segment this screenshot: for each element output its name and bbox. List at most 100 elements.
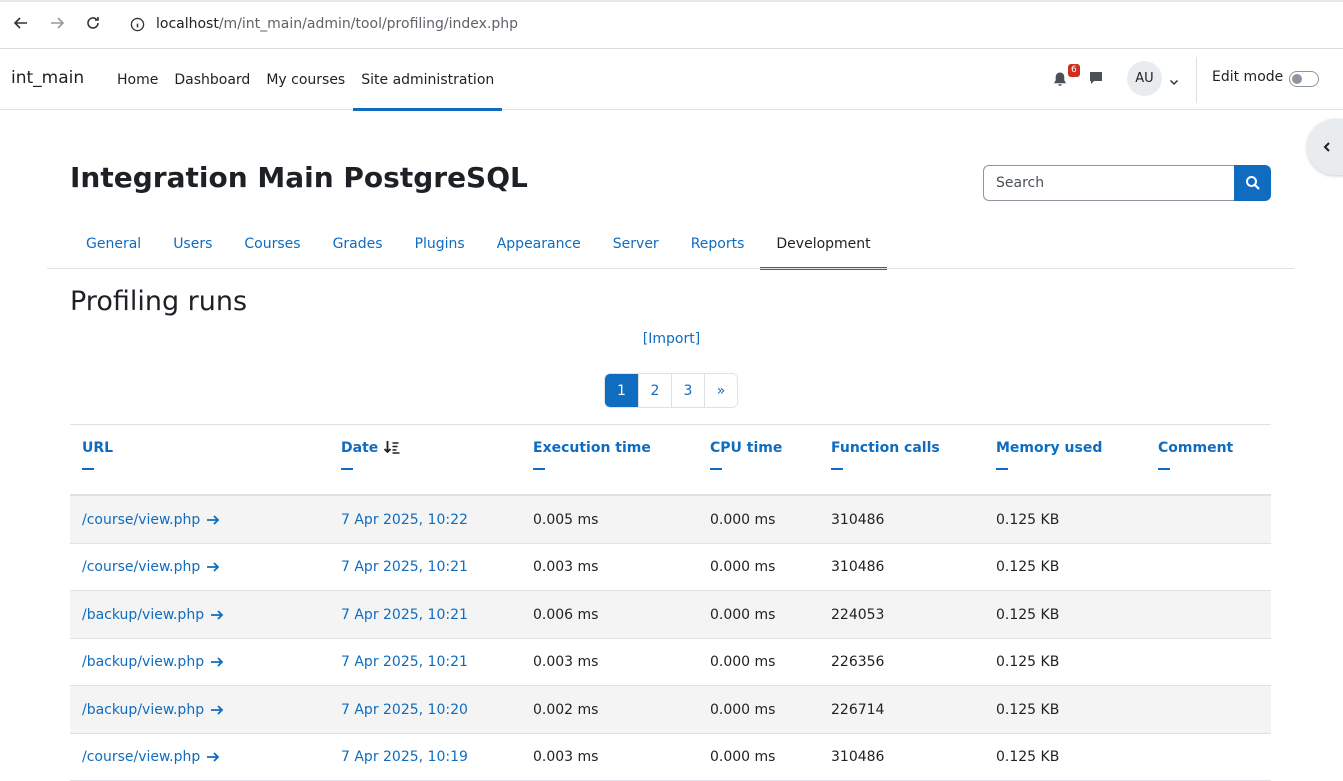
run-url-link[interactable]: /course/view.php: [82, 734, 220, 781]
section-title: Profiling runs: [70, 286, 248, 317]
arrow-right-icon: [211, 657, 224, 667]
address-bar[interactable]: localhost/m/int_main/admin/tool/profilin…: [120, 8, 1340, 40]
messages-icon[interactable]: [1088, 70, 1106, 88]
collapse-column-icon[interactable]: [533, 468, 545, 470]
column-header-calls-label: Function calls: [831, 440, 940, 456]
page-1-button[interactable]: 1: [605, 374, 638, 407]
forward-icon[interactable]: [46, 12, 68, 34]
table-row: /backup/view.php 7 Apr 2025, 10:20 0.002…: [70, 686, 1271, 734]
run-url-link[interactable]: /backup/view.php: [82, 639, 224, 686]
url-path: /m/int_main/admin/tool/profiling/index.p…: [218, 16, 519, 32]
function-calls-value: 310486: [831, 559, 885, 575]
run-date-link[interactable]: 7 Apr 2025, 10:21: [341, 591, 468, 638]
run-date-link[interactable]: 7 Apr 2025, 10:21: [341, 639, 468, 686]
tab-general[interactable]: General: [70, 218, 157, 269]
arrow-right-icon: [211, 609, 224, 620]
arrow-right-icon: [207, 514, 220, 525]
run-url-link[interactable]: /backup/view.php: [82, 686, 224, 733]
tab-grades[interactable]: Grades: [317, 218, 399, 269]
run-url-text: /backup/view.php: [82, 701, 205, 718]
site-info-icon[interactable]: [126, 13, 148, 35]
tab-reports[interactable]: Reports: [675, 218, 761, 269]
edit-mode-toggle[interactable]: [1289, 71, 1319, 87]
memory-used-value: 0.125 KB: [996, 701, 1060, 718]
nav-item-my-courses[interactable]: My courses: [258, 49, 353, 110]
search-button[interactable]: [1234, 165, 1271, 201]
function-calls-value: 226356: [831, 654, 885, 670]
column-header-url-label: URL: [82, 440, 114, 456]
back-icon[interactable]: [10, 12, 32, 34]
tab-appearance[interactable]: Appearance: [481, 218, 597, 269]
table-row: /backup/view.php 7 Apr 2025, 10:21 0.006…: [70, 591, 1271, 639]
execution-time-value: 0.002 ms: [533, 701, 599, 718]
tab-server[interactable]: Server: [597, 218, 675, 269]
pagination: 1 2 3 »: [604, 373, 738, 408]
primary-navigation: Home Dashboard My courses Site administr…: [109, 49, 503, 111]
secondary-nav-divider: [47, 268, 1294, 269]
column-header-cpu-time[interactable]: CPU time: [710, 440, 782, 470]
run-url-text: /backup/view.php: [82, 654, 205, 670]
arrow-right-icon: [207, 562, 220, 572]
import-link[interactable]: [Import]: [643, 331, 700, 347]
column-header-exec-label: Execution time: [533, 440, 651, 456]
function-calls-value: 226714: [831, 701, 885, 718]
function-calls-value: 310486: [831, 749, 885, 765]
cpu-time-value: 0.000 ms: [710, 654, 776, 670]
nav-item-home[interactable]: Home: [109, 49, 166, 110]
reload-icon[interactable]: [82, 12, 104, 34]
open-drawer-button[interactable]: [1307, 119, 1343, 175]
collapse-column-icon[interactable]: [82, 468, 94, 470]
tab-users[interactable]: Users: [157, 218, 228, 269]
nav-item-site-administration[interactable]: Site administration: [353, 49, 503, 111]
run-date-link[interactable]: 7 Apr 2025, 10:20: [341, 686, 468, 733]
column-header-execution-time[interactable]: Execution time: [533, 440, 651, 470]
cpu-time-value: 0.000 ms: [710, 701, 776, 718]
collapse-column-icon[interactable]: [341, 468, 353, 470]
column-header-mem-label: Memory used: [996, 440, 1103, 456]
column-header-date[interactable]: Date: [341, 440, 400, 470]
memory-used-value: 0.125 KB: [996, 654, 1060, 670]
next-page-button[interactable]: »: [704, 374, 737, 407]
secondary-navigation: General Users Courses Grades Plugins App…: [70, 218, 887, 270]
run-url-text: /course/view.php: [82, 559, 201, 575]
table-header: URL Date Execution time CPU time Functio…: [70, 425, 1271, 496]
chevron-down-icon[interactable]: [1168, 73, 1180, 86]
tabstrip-edge: [0, 0, 1343, 2]
nav-divider: [1196, 57, 1197, 103]
table-row: /course/view.php 7 Apr 2025, 10:22 0.005…: [70, 496, 1271, 544]
user-avatar[interactable]: AU: [1127, 61, 1162, 96]
page-3-button[interactable]: 3: [671, 374, 704, 407]
collapse-column-icon[interactable]: [710, 468, 722, 470]
tab-courses[interactable]: Courses: [228, 218, 316, 269]
memory-used-value: 0.125 KB: [996, 511, 1060, 528]
memory-used-value: 0.125 KB: [996, 606, 1060, 623]
collapse-column-icon[interactable]: [1158, 468, 1170, 470]
browser-toolbar: localhost/m/int_main/admin/tool/profilin…: [0, 0, 1343, 49]
run-url-link[interactable]: /course/view.php: [82, 496, 220, 543]
run-url-link[interactable]: /course/view.php: [82, 544, 220, 591]
column-header-url[interactable]: URL: [82, 440, 113, 470]
execution-time-value: 0.003 ms: [533, 559, 599, 575]
collapse-column-icon[interactable]: [996, 468, 1008, 470]
site-brand[interactable]: int_main: [11, 68, 84, 88]
tab-plugins[interactable]: Plugins: [399, 218, 481, 269]
column-header-comment[interactable]: Comment: [1158, 440, 1233, 470]
tab-development[interactable]: Development: [760, 218, 887, 270]
edit-mode-label: Edit mode: [1212, 69, 1284, 85]
run-date-link[interactable]: 7 Apr 2025, 10:21: [341, 544, 468, 591]
sort-descending-icon: [384, 441, 400, 454]
notification-count-badge: 6: [1068, 64, 1080, 77]
execution-time-value: 0.006 ms: [533, 606, 599, 623]
function-calls-value: 310486: [831, 511, 885, 528]
memory-used-value: 0.125 KB: [996, 559, 1060, 575]
column-header-memory-used[interactable]: Memory used: [996, 440, 1102, 470]
run-date-link[interactable]: 7 Apr 2025, 10:19: [341, 734, 468, 781]
page-2-button[interactable]: 2: [638, 374, 671, 407]
column-header-function-calls[interactable]: Function calls: [831, 440, 940, 470]
execution-time-value: 0.003 ms: [533, 654, 599, 670]
collapse-column-icon[interactable]: [831, 468, 843, 470]
run-url-link[interactable]: /backup/view.php: [82, 591, 224, 638]
run-date-link[interactable]: 7 Apr 2025, 10:22: [341, 496, 468, 543]
search-input[interactable]: Search: [983, 165, 1235, 201]
nav-item-dashboard[interactable]: Dashboard: [166, 49, 258, 110]
